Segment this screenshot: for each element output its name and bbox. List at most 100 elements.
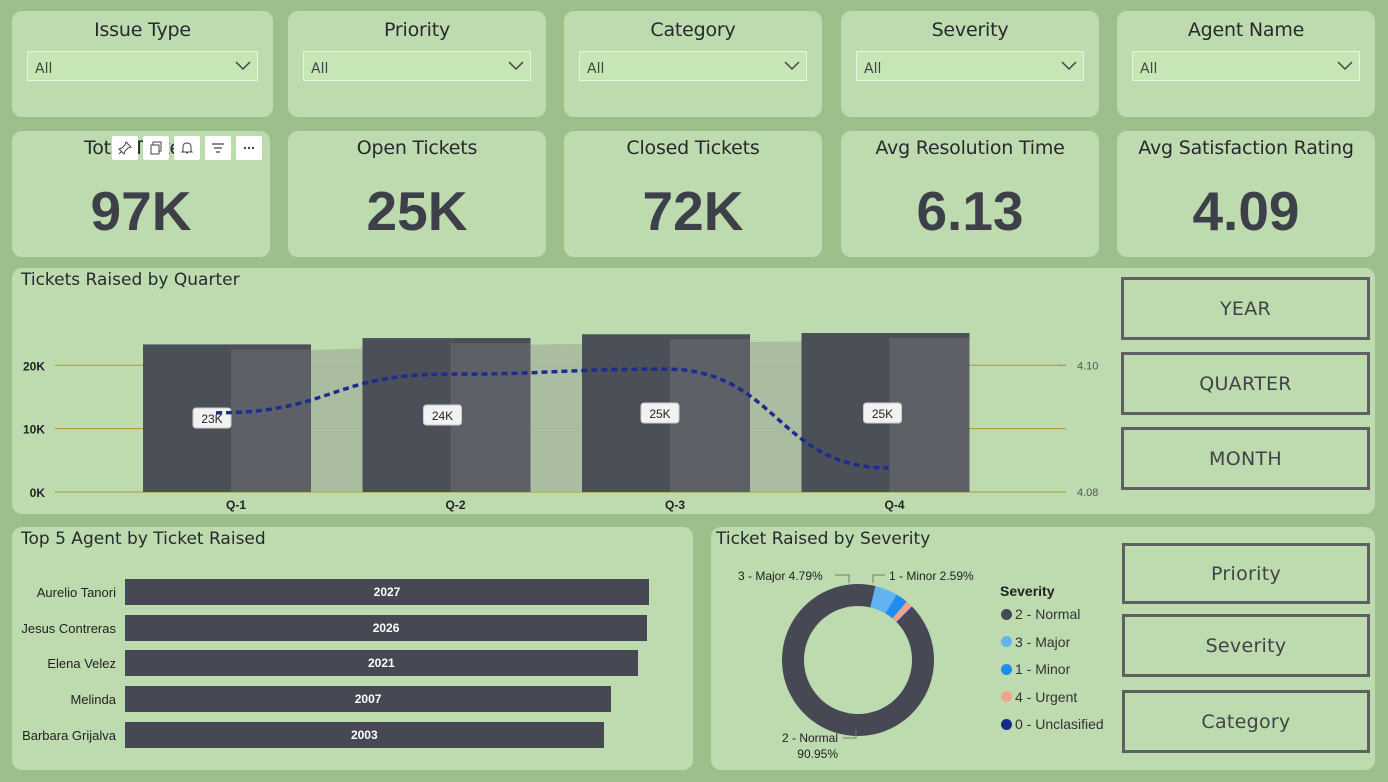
legend-marker: [1001, 691, 1012, 703]
kpi-title: Open Tickets: [356, 137, 478, 159]
dropdown-value: All: [35, 61, 53, 77]
copy-icon[interactable]: [143, 136, 169, 160]
severity-donut-chart: 3 - Major 4.79% 1 - Minor 2.59% 2 - Normal…: [738, 569, 974, 761]
legend-item[interactable]: 0 - Unclasified: [1001, 716, 1104, 732]
legend-marker: [1001, 608, 1012, 620]
area-band: [230, 341, 889, 492]
chevron-down-icon: [508, 61, 524, 71]
kpi-title: Avg Satisfaction Rating: [1138, 137, 1354, 159]
filter-severity: Severity All: [841, 11, 1099, 117]
kpi-avg-satisfaction-rating[interactable]: Avg Satisfaction Rating 4.09: [1117, 131, 1375, 257]
kpi-value: 25K: [366, 180, 468, 242]
category-label: Category: [1201, 710, 1291, 733]
legend-marker: [1001, 718, 1012, 730]
priority-dropdown[interactable]: All: [303, 51, 531, 81]
category-button[interactable]: Category: [1122, 690, 1370, 753]
legend-title: Severity: [1000, 583, 1055, 599]
kpi-total-tickets[interactable]: Total Tickets 97K: [12, 131, 270, 257]
leader-line: [872, 574, 885, 583]
kpi-avg-resolution-time[interactable]: Avg Resolution Time 6.13: [841, 131, 1099, 257]
filter-title: Issue Type: [94, 19, 191, 41]
month-button[interactable]: MONTH: [1121, 427, 1370, 490]
legend-label: 4 - Urgent: [1015, 688, 1078, 705]
legend-item[interactable]: 2 - Normal: [1001, 606, 1080, 622]
severity-label: Severity: [1205, 634, 1287, 657]
filter-icon[interactable]: [205, 136, 231, 160]
kpi-closed-tickets[interactable]: Closed Tickets 72K: [564, 131, 822, 257]
chevron-down-icon: [1337, 61, 1353, 71]
dropdown-value: All: [864, 61, 882, 77]
kpi-value: 4.09: [1192, 180, 1300, 242]
dropdown-value: All: [311, 61, 329, 77]
year-button[interactable]: YEAR: [1121, 277, 1370, 340]
agent-name-label: Barbara Grijalva: [22, 727, 116, 743]
year-label: YEAR: [1219, 297, 1271, 320]
severity-button[interactable]: Severity: [1122, 614, 1370, 677]
dropdown-value: All: [1140, 61, 1158, 77]
legend-item[interactable]: 3 - Major: [1001, 634, 1070, 650]
legend-marker: [1001, 636, 1012, 648]
x-tick-label: Q-1: [226, 498, 246, 512]
kpi-open-tickets[interactable]: Open Tickets 25K: [288, 131, 546, 257]
y-tick-label: 10K: [23, 423, 45, 437]
legend-label: 2 - Normal: [1015, 606, 1081, 622]
top-agents-card: Top 5 Agent by Ticket Raised Aurelio Tan…: [12, 527, 693, 770]
slice-annotation: 3 - Major 4.79%: [738, 569, 823, 583]
legend-item[interactable]: 4 - Urgent: [1001, 689, 1077, 705]
data-label: 24K: [432, 409, 453, 423]
filter-title: Priority: [383, 19, 451, 41]
data-label: 25K: [649, 407, 670, 421]
y2-tick-label: 4.08: [1077, 487, 1098, 499]
agent-name-label: Jesus Contreras: [21, 620, 116, 636]
x-tick-label: Q-3: [665, 498, 685, 512]
severity-card: Ticket Raised by Severity 3 - Major 4.79…: [711, 527, 1375, 770]
month-label: MONTH: [1209, 447, 1282, 470]
x-tick-label: Q-4: [884, 498, 904, 512]
severity-dropdown[interactable]: All: [856, 51, 1084, 81]
chevron-down-icon: [235, 61, 251, 71]
agent-name-label: Melinda: [70, 692, 116, 708]
more-options-icon[interactable]: [236, 136, 262, 160]
agent-bar[interactable]: 2027: [125, 579, 649, 605]
y2-tick-label: 4.10: [1077, 360, 1098, 372]
pin-icon[interactable]: [112, 136, 138, 160]
legend-label: 1 - Minor: [1015, 661, 1071, 678]
legend-item[interactable]: 1 - Minor: [1001, 661, 1070, 677]
agent-bar[interactable]: 2003: [125, 721, 604, 748]
legend-label: 0 - Unclasified: [1015, 716, 1104, 733]
legend-label: 3 - Major: [1015, 633, 1071, 650]
bar-overlay: [231, 349, 311, 492]
agent-bar[interactable]: 2021: [125, 650, 638, 677]
y-tick-label: 20K: [23, 359, 45, 373]
filter-agent-name: Agent Name All: [1117, 11, 1375, 117]
kpi-value: 97K: [90, 180, 192, 242]
agent-bar[interactable]: 2026: [125, 614, 648, 641]
chevron-down-icon: [784, 61, 800, 71]
filter-priority: Priority All: [288, 11, 546, 117]
agent-name-dropdown[interactable]: All: [1132, 51, 1360, 81]
filter-title: Category: [650, 19, 736, 41]
quarter-button[interactable]: QUARTER: [1121, 352, 1370, 415]
x-tick-label: Q-2: [445, 498, 465, 512]
filter-issue-type: Issue Type All: [12, 11, 273, 117]
slice-annotation: 1 - Minor 2.59%: [889, 569, 974, 583]
data-label: 25K: [872, 407, 893, 421]
kpi-value: 6.13: [916, 180, 1024, 242]
dropdown-value: All: [587, 61, 605, 77]
kpi-title: Closed Tickets: [626, 137, 760, 159]
kpi-value: 72K: [642, 180, 744, 242]
priority-button[interactable]: Priority: [1122, 543, 1370, 604]
bar-overlay: [450, 343, 531, 492]
agent-bar[interactable]: 2007: [125, 686, 612, 713]
bell-icon[interactable]: [174, 136, 200, 160]
bar-overlay: [670, 339, 750, 492]
issue-type-dropdown[interactable]: All: [27, 51, 258, 81]
y-tick-label: 0K: [30, 486, 46, 500]
quarter-label: QUARTER: [1199, 372, 1292, 395]
legend-marker: [1001, 663, 1012, 675]
priority-label: Priority: [1210, 562, 1282, 585]
kpi-title: Avg Resolution Time: [875, 137, 1065, 159]
filter-category: Category All: [564, 11, 822, 117]
category-dropdown[interactable]: All: [579, 51, 807, 81]
chevron-down-icon: [1061, 61, 1077, 71]
